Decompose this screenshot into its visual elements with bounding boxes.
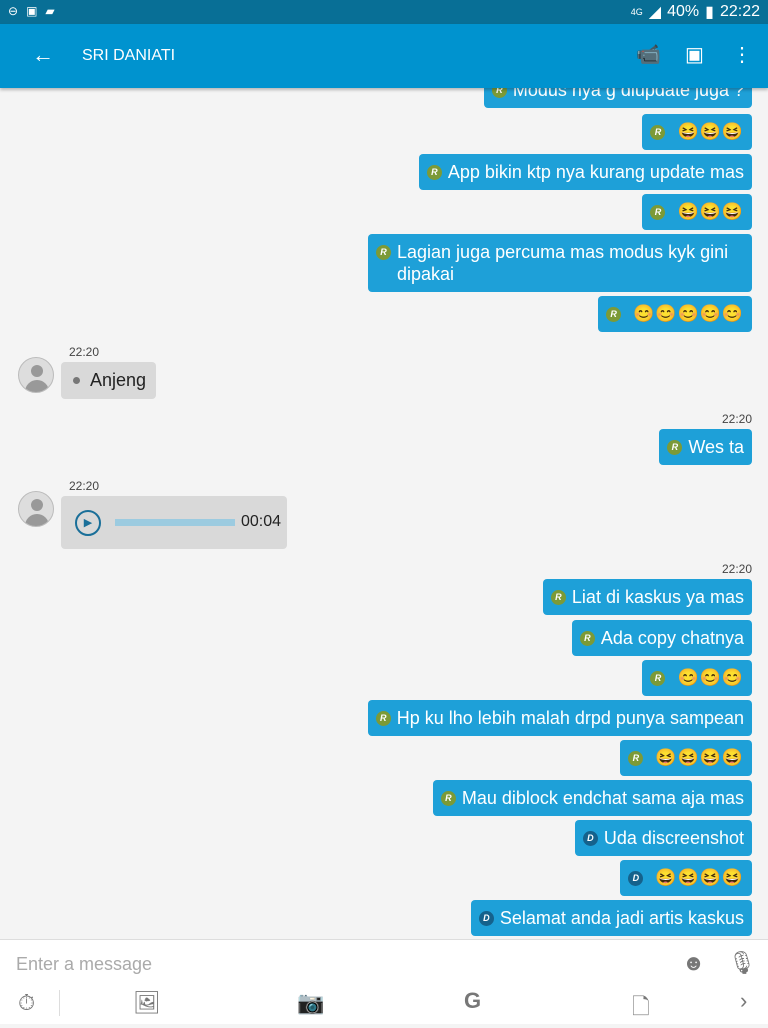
emoji-text: 😆😆😆 <box>677 202 744 221</box>
message-text: Uda discreenshot <box>603 828 744 848</box>
message-input[interactable]: Enter a message <box>16 954 152 975</box>
image-icon[interactable]: 🖼 <box>133 990 161 1016</box>
message-text: Ada copy chatnya <box>600 628 744 648</box>
notification-icon: ▰ <box>45 4 55 18</box>
emoji-message[interactable]: R 😊😊😊 <box>642 660 752 696</box>
voice-message: ▶ 00:04 <box>61 496 287 549</box>
app-bar: ← SRI DANIATI 📹 ▣ ⋮ <box>0 24 768 88</box>
sender-badge: D <box>478 911 494 926</box>
outgoing-message[interactable]: R Hp ku lho lebih malah drpd punya sampea… <box>367 700 752 736</box>
read-badge: R <box>667 440 683 455</box>
sender-badge: R <box>650 205 666 220</box>
camera-icon[interactable]: 📷 <box>297 990 324 1016</box>
emoji-message[interactable]: R 😆😆😆😆 <box>620 740 752 776</box>
sender-badge: R <box>375 711 391 726</box>
incoming-message[interactable]: Anjeng <box>61 362 157 399</box>
outgoing-message[interactable]: R App bikin ktp nya kurang update mas <box>418 154 752 190</box>
more-attachments-icon[interactable]: › <box>740 988 747 1014</box>
sender-badge: R <box>650 125 666 140</box>
message-text: Wes ta <box>688 437 744 457</box>
emoji-message[interactable]: D 😆😆😆😆 <box>620 860 752 896</box>
chat-mask-icon[interactable]: ▣ <box>685 42 704 67</box>
chat-list[interactable]: 22:20 Anjeng 22:20 R Wes ta 22:20 ▶ 00:04… <box>0 88 768 939</box>
play-icon[interactable]: ▶ <box>75 510 101 536</box>
back-arrow-icon[interactable]: ← <box>32 42 54 68</box>
signal-icon: ◢ <box>648 4 662 21</box>
contact-name: SRI DANIATI <box>82 47 176 64</box>
unread-dot-icon <box>73 377 80 384</box>
divider <box>59 990 60 1016</box>
message-time: 22:20 <box>721 562 752 576</box>
battery-percent: 40% <box>667 3 700 20</box>
microphone-icon[interactable]: 🎙 <box>728 950 756 976</box>
gallery-icon: ▣ <box>26 4 38 18</box>
message-time: 22:20 <box>69 479 100 493</box>
message-text: Liat di kaskus ya mas <box>571 587 744 607</box>
sender-badge: R <box>426 165 442 180</box>
emoji-message[interactable]: R 😆😆😆 <box>642 114 752 150</box>
outgoing-message[interactable]: R Lagian juga percuma mas modus kyk gini … <box>368 234 752 292</box>
emoji-text: 😆😆😆😆 <box>655 748 744 767</box>
sender-badge: R <box>376 245 391 260</box>
outgoing-message[interactable]: R Wes ta <box>659 429 752 465</box>
outgoing-message[interactable]: D Selamat anda jadi artis kaskus <box>470 900 752 936</box>
sender-badge: R <box>550 590 566 605</box>
sender-badge: R <box>650 671 666 686</box>
message-text: App bikin ktp nya kurang update mas <box>447 162 744 182</box>
message-text: Selamat anda jadi artis kaskus <box>499 908 744 928</box>
message-time: 22:20 <box>721 412 752 426</box>
emoji-message[interactable]: R 😆😆😆 <box>642 194 752 230</box>
message-text: Mau diblock endchat sama aja mas <box>461 788 744 808</box>
google-icon[interactable]: G <box>464 988 481 1014</box>
emoji-text: 😊😊😊😊😊 <box>633 304 744 323</box>
sender-badge: R <box>491 88 507 98</box>
timer-icon[interactable]: ⏱ <box>18 990 35 1016</box>
battery-icon: ▮ <box>705 4 714 21</box>
outgoing-message[interactable]: D Uda discreenshot <box>574 820 752 856</box>
sender-badge: D <box>582 831 598 846</box>
sender-badge: R <box>440 791 456 806</box>
emoji-text: 😆😆😆😆 <box>655 868 744 887</box>
video-call-icon[interactable]: 📹 <box>636 42 661 67</box>
emoji-text: 😆😆😆 <box>677 122 744 141</box>
message-time: 22:20 <box>69 345 100 359</box>
avatar[interactable] <box>18 491 54 527</box>
emoji-add-icon[interactable]: ☻ <box>682 950 705 976</box>
emoji-text: 😊😊😊 <box>677 668 744 687</box>
outgoing-message[interactable]: R Mau diblock endchat sama aja mas <box>432 780 752 816</box>
sender-badge: R <box>628 751 644 766</box>
message-text: Hp ku lho lebih malah drpd punya sampean <box>396 708 744 728</box>
more-options-icon[interactable]: ⋮ <box>732 42 752 67</box>
status-bar: ⊖ ▣ ▰ 4G ◢ 40% ▮ 22:22 <box>0 0 768 24</box>
message-text: Modus nya g diupdate juga ? <box>512 88 744 100</box>
file-icon[interactable]: 🗋 <box>632 990 650 1028</box>
avatar[interactable] <box>18 357 54 393</box>
audio-progress-slider[interactable] <box>115 519 235 526</box>
sender-badge: D <box>628 871 644 886</box>
clock: 22:22 <box>719 3 760 20</box>
outgoing-message[interactable]: R Modus nya g diupdate juga ? <box>483 88 752 108</box>
composer: Enter a message ☻ 🎙 ⏱ 🖼 📷 G 🗋 › <box>0 939 768 1024</box>
audio-duration: 00:04 <box>241 513 282 530</box>
outgoing-message[interactable]: R Liat di kaskus ya mas <box>542 579 752 615</box>
network-type: 4G <box>630 7 643 17</box>
message-text: Anjeng <box>90 370 147 390</box>
outgoing-message[interactable]: R Ada copy chatnya <box>571 620 752 656</box>
emoji-message[interactable]: R 😊😊😊😊😊 <box>598 296 752 332</box>
dnd-icon: ⊖ <box>8 4 19 18</box>
sender-badge: R <box>606 307 622 322</box>
sender-badge: R <box>579 631 595 646</box>
message-text: Lagian juga percuma mas modus kyk gini d… <box>397 242 729 284</box>
